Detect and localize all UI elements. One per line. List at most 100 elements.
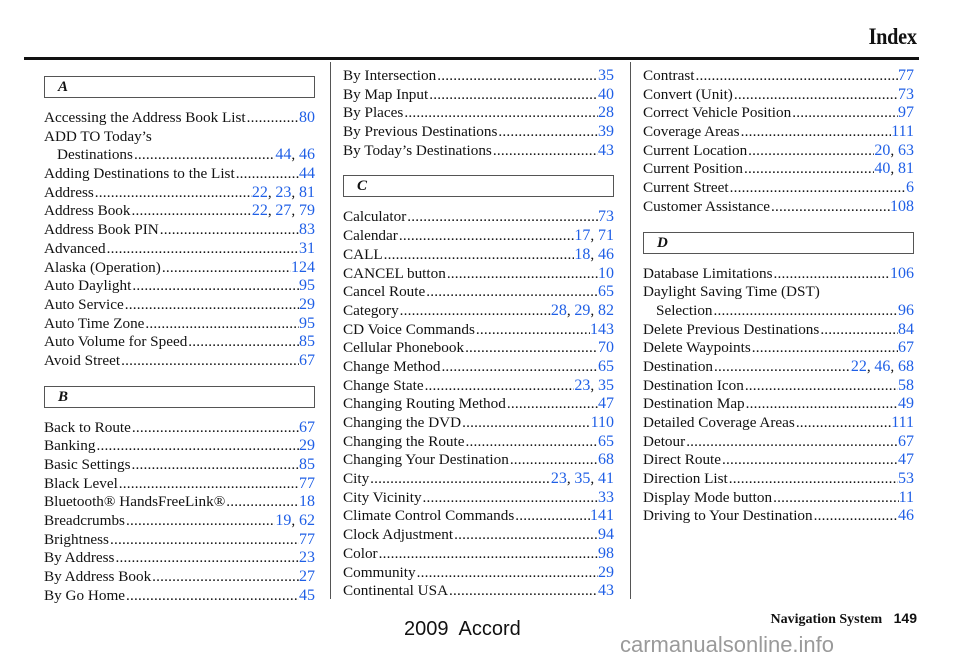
page-link[interactable]: 95 bbox=[299, 277, 315, 294]
page-link[interactable]: 22 bbox=[252, 184, 268, 201]
page-link[interactable]: 47 bbox=[598, 395, 614, 412]
page-references: 6 bbox=[906, 179, 914, 198]
page-link[interactable]: 39 bbox=[598, 123, 614, 140]
page-link[interactable]: 77 bbox=[299, 475, 315, 492]
page-link[interactable]: 65 bbox=[598, 433, 614, 450]
page-link[interactable]: 40 bbox=[598, 86, 614, 103]
page-link[interactable]: 141 bbox=[590, 507, 614, 524]
page-link[interactable]: 18 bbox=[299, 493, 315, 510]
index-entry: ADD TO Today’s bbox=[44, 128, 315, 147]
page-link[interactable]: 19 bbox=[275, 512, 291, 529]
page-link[interactable]: 18 bbox=[574, 246, 590, 263]
page-link[interactable]: 23 bbox=[275, 184, 291, 201]
page-link[interactable]: 83 bbox=[299, 221, 315, 238]
page-link[interactable]: 82 bbox=[598, 302, 614, 319]
entry-label: Destination Map bbox=[643, 395, 745, 413]
page-link[interactable]: 124 bbox=[291, 259, 315, 276]
page-link[interactable]: 46 bbox=[598, 246, 614, 263]
page-link[interactable]: 29 bbox=[598, 564, 614, 581]
page-link[interactable]: 65 bbox=[598, 358, 614, 375]
page-link[interactable]: 73 bbox=[598, 208, 614, 225]
page-link[interactable]: 96 bbox=[898, 302, 914, 319]
entry-label: Breadcrumbs bbox=[44, 512, 125, 530]
page-link[interactable]: 44 bbox=[275, 146, 291, 163]
page-link[interactable]: 95 bbox=[299, 315, 315, 332]
page-link[interactable]: 58 bbox=[898, 377, 914, 394]
page-link[interactable]: 41 bbox=[598, 470, 614, 487]
page-link[interactable]: 85 bbox=[299, 333, 315, 350]
page-link[interactable]: 68 bbox=[898, 358, 914, 375]
page-link[interactable]: 46 bbox=[898, 507, 914, 524]
page-link[interactable]: 45 bbox=[299, 587, 315, 604]
page-link[interactable]: 47 bbox=[898, 451, 914, 468]
page-link[interactable]: 65 bbox=[598, 283, 614, 300]
page-link[interactable]: 73 bbox=[898, 86, 914, 103]
page-link[interactable]: 27 bbox=[275, 202, 291, 219]
page-link[interactable]: 67 bbox=[299, 352, 315, 369]
page-link[interactable]: 106 bbox=[890, 265, 914, 282]
page-link[interactable]: 11 bbox=[899, 489, 914, 506]
page-link[interactable]: 23 bbox=[551, 470, 567, 487]
dot-leader bbox=[814, 507, 898, 526]
index-entry: Changing the DVD 110 bbox=[343, 414, 614, 433]
page-link[interactable]: 81 bbox=[299, 184, 315, 201]
page-link[interactable]: 28 bbox=[598, 104, 614, 121]
entry-label: Calculator bbox=[343, 208, 407, 226]
page-link[interactable]: 81 bbox=[898, 160, 914, 177]
page-link[interactable]: 29 bbox=[299, 437, 315, 454]
page-link[interactable]: 67 bbox=[898, 339, 914, 356]
index-entry: City Vicinity 33 bbox=[343, 489, 614, 508]
page-link[interactable]: 79 bbox=[299, 202, 315, 219]
page-link[interactable]: 28 bbox=[551, 302, 567, 319]
page-link[interactable]: 10 bbox=[598, 265, 614, 282]
page-link[interactable]: 63 bbox=[898, 142, 914, 159]
index-entry: Changing the Route 65 bbox=[343, 433, 614, 452]
page-link[interactable]: 31 bbox=[299, 240, 315, 257]
page-link[interactable]: 94 bbox=[598, 526, 614, 543]
page-link[interactable]: 6 bbox=[906, 179, 914, 196]
page-link[interactable]: 85 bbox=[299, 456, 315, 473]
page-link[interactable]: 80 bbox=[299, 109, 315, 126]
page-link[interactable]: 35 bbox=[598, 377, 614, 394]
page-link[interactable]: 62 bbox=[299, 512, 315, 529]
page-link[interactable]: 23 bbox=[574, 377, 590, 394]
page-link[interactable]: 22 bbox=[252, 202, 268, 219]
page-link[interactable]: 29 bbox=[299, 296, 315, 313]
page-link[interactable]: 29 bbox=[574, 302, 590, 319]
page-link[interactable]: 46 bbox=[299, 146, 315, 163]
page-link[interactable]: 71 bbox=[598, 227, 614, 244]
page-link[interactable]: 35 bbox=[574, 470, 590, 487]
page-link[interactable]: 108 bbox=[890, 198, 914, 215]
page-link[interactable]: 70 bbox=[598, 339, 614, 356]
page-link[interactable]: 111 bbox=[891, 123, 914, 140]
page-link[interactable]: 67 bbox=[898, 433, 914, 450]
page-link[interactable]: 35 bbox=[598, 67, 614, 84]
page-link[interactable]: 110 bbox=[591, 414, 614, 431]
page-link[interactable]: 43 bbox=[598, 142, 614, 159]
page-references: 44, 46 bbox=[275, 146, 315, 165]
page-link[interactable]: 44 bbox=[299, 165, 315, 182]
page-link[interactable]: 40 bbox=[874, 160, 890, 177]
page-link[interactable]: 49 bbox=[898, 395, 914, 412]
page-link[interactable]: 98 bbox=[598, 545, 614, 562]
page-link[interactable]: 43 bbox=[598, 582, 614, 599]
page-link[interactable]: 84 bbox=[898, 321, 914, 338]
page-references: 143 bbox=[590, 321, 614, 340]
page-link[interactable]: 67 bbox=[299, 419, 315, 436]
page-link[interactable]: 33 bbox=[598, 489, 614, 506]
page-link[interactable]: 111 bbox=[891, 414, 914, 431]
page-link[interactable]: 77 bbox=[299, 531, 315, 548]
page-link[interactable]: 77 bbox=[898, 67, 914, 84]
page-link[interactable]: 27 bbox=[299, 568, 315, 585]
page-link[interactable]: 68 bbox=[598, 451, 614, 468]
page-link[interactable]: 53 bbox=[898, 470, 914, 487]
page-references: 83 bbox=[299, 221, 315, 240]
page-link[interactable]: 22 bbox=[851, 358, 867, 375]
page-link[interactable]: 23 bbox=[299, 549, 315, 566]
page-link[interactable]: 20 bbox=[874, 142, 890, 159]
page-link[interactable]: 17 bbox=[574, 227, 590, 244]
page-link[interactable]: 143 bbox=[590, 321, 614, 338]
page-link[interactable]: 97 bbox=[898, 104, 914, 121]
page-link[interactable]: 46 bbox=[874, 358, 890, 375]
page-references: 47 bbox=[898, 451, 914, 470]
